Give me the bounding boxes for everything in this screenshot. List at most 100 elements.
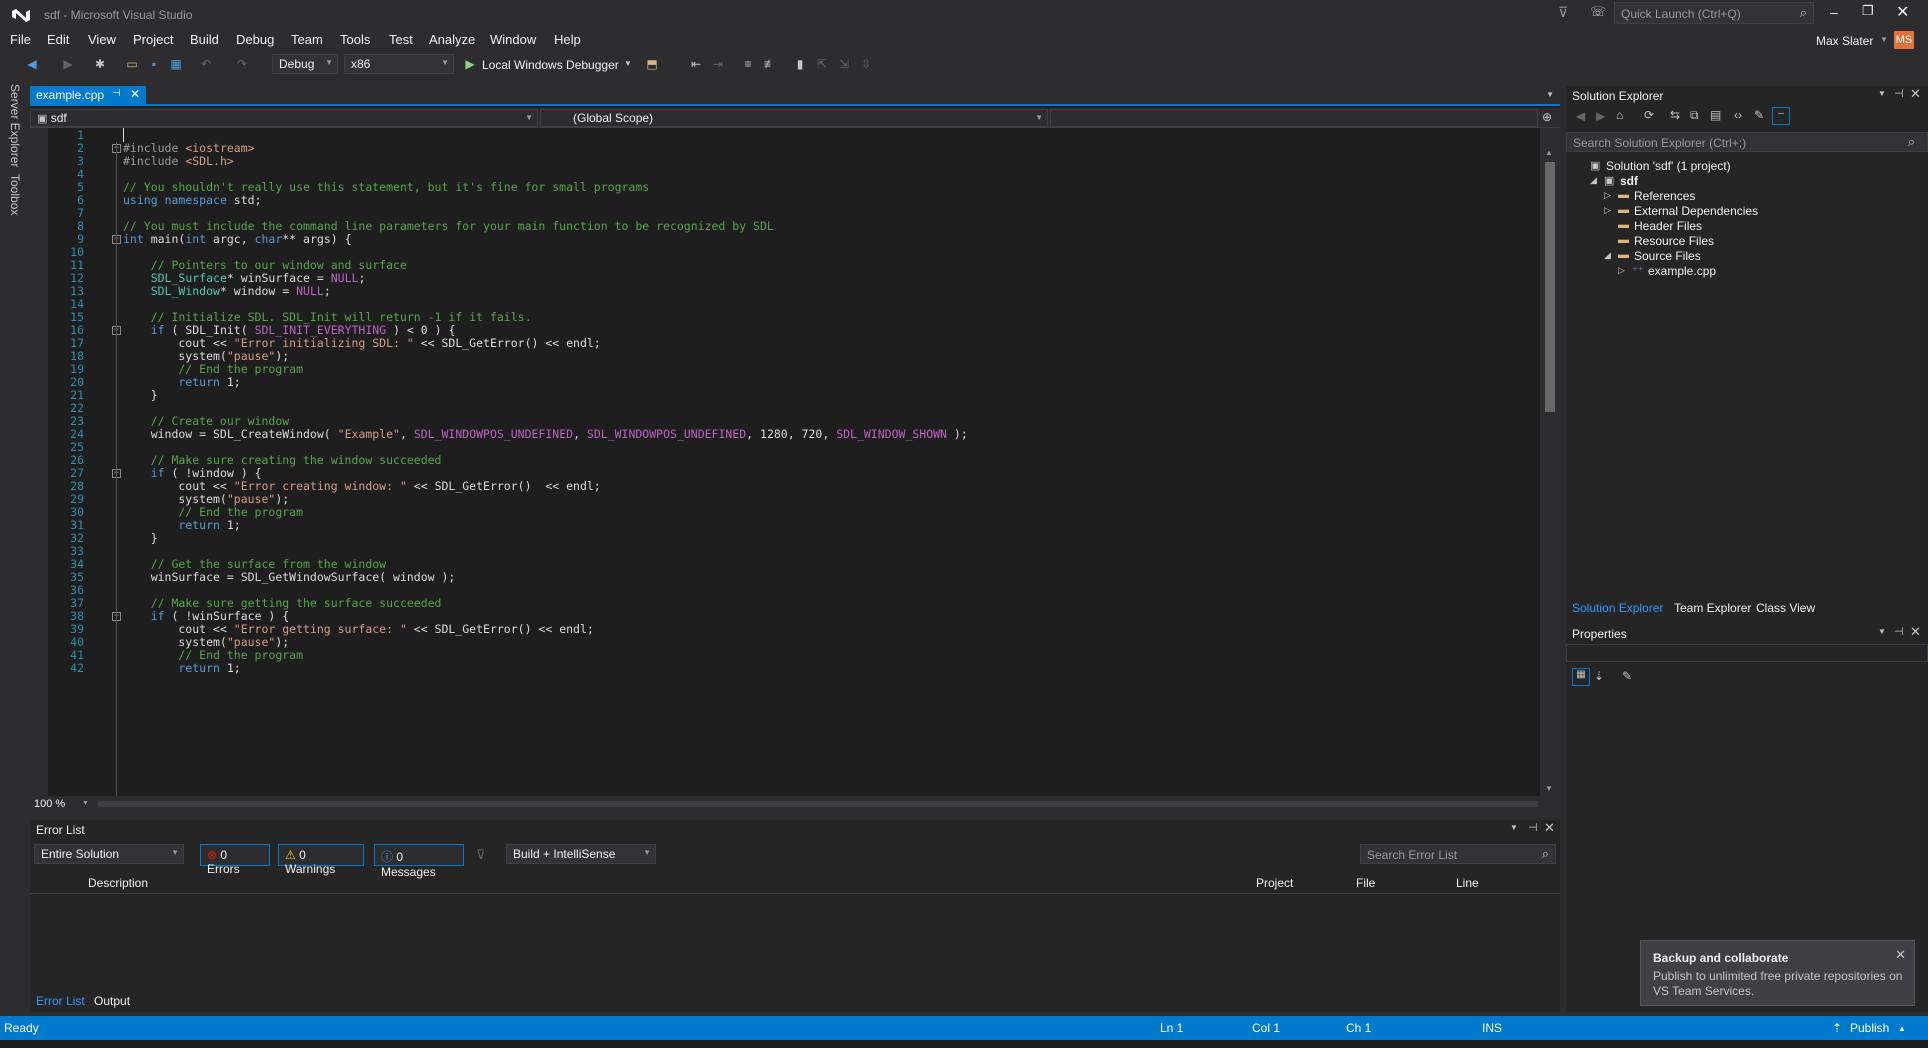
toast-close-icon[interactable]: ✕ bbox=[1895, 947, 1906, 963]
menu-test[interactable]: Test bbox=[389, 32, 413, 47]
close-tab-icon[interactable]: ✕ bbox=[130, 87, 140, 101]
scope-dropdown[interactable]: (Global Scope) ▼ bbox=[540, 109, 1048, 127]
code-line[interactable]: 42 return 1; bbox=[30, 661, 1540, 677]
publish-icon[interactable]: ⇡ bbox=[1832, 1021, 1842, 1035]
menu-help[interactable]: Help bbox=[554, 32, 581, 47]
expand-icon[interactable]: ▷ bbox=[1604, 205, 1611, 216]
tree-item[interactable]: ▷ ⁺⁺ example.cpp bbox=[1566, 263, 1928, 278]
preview-icon[interactable]: – bbox=[1772, 107, 1790, 125]
menu-file[interactable]: File bbox=[10, 32, 31, 47]
tree-item[interactable]: ▷ ▬ External Dependencies bbox=[1566, 203, 1928, 218]
toolbox-tab[interactable]: Toolbox bbox=[8, 174, 22, 215]
horizontal-scrollbar[interactable] bbox=[98, 801, 1538, 807]
new-project-icon[interactable]: ✱ bbox=[92, 56, 108, 72]
forward-icon[interactable]: ▶ bbox=[60, 56, 76, 72]
pin-icon[interactable]: ⊣ bbox=[1528, 821, 1538, 834]
collapse-icon[interactable]: ◢ bbox=[1604, 250, 1611, 261]
tree-item[interactable]: ◢ ▬ Source Files bbox=[1566, 248, 1928, 263]
scroll-down-icon[interactable]: ▼ bbox=[1545, 784, 1553, 793]
avatar[interactable]: MS bbox=[1894, 31, 1914, 49]
show-all-files-icon[interactable]: ▤ bbox=[1710, 108, 1721, 122]
tab-overflow-icon[interactable]: ▼ bbox=[1546, 90, 1554, 99]
menu-project[interactable]: Project bbox=[133, 32, 173, 47]
server-explorer-tab[interactable]: Server Explorer bbox=[8, 84, 22, 167]
uncomment-icon[interactable]: ≢ bbox=[762, 56, 778, 72]
tree-item[interactable]: ▣ Solution 'sdf' (1 project) bbox=[1566, 158, 1928, 173]
browser-link-icon[interactable]: ⬒ bbox=[644, 56, 660, 72]
project-dropdown[interactable]: ▣ sdf ▼ bbox=[30, 109, 538, 127]
configuration-dropdown[interactable]: Debug ▼ bbox=[272, 54, 338, 74]
col-project[interactable]: Project bbox=[1256, 876, 1293, 890]
collapse-all-icon[interactable]: ⧉ bbox=[1690, 108, 1699, 123]
vertical-scrollbar[interactable]: ▲ ▼ bbox=[1540, 128, 1560, 796]
feedback-icon[interactable]: ☏ bbox=[1590, 4, 1606, 20]
search-icon[interactable]: ⌕ bbox=[1800, 5, 1807, 21]
object-selector[interactable] bbox=[1566, 644, 1928, 662]
sync-icon[interactable]: ⟳ bbox=[1644, 108, 1654, 122]
build-filter-dropdown[interactable]: Build + IntelliSense ▼ bbox=[506, 844, 656, 864]
start-debugger-button[interactable]: Local Windows Debugger bbox=[482, 58, 619, 72]
minimize-button[interactable]: – bbox=[1830, 4, 1838, 20]
back-icon[interactable]: ◀ bbox=[24, 56, 40, 72]
zoom-level[interactable]: 100 % bbox=[34, 798, 65, 810]
alphabetical-icon[interactable]: ⇣ bbox=[1594, 669, 1604, 683]
open-file-icon[interactable]: ▭ bbox=[124, 56, 140, 72]
publish-button[interactable]: Publish bbox=[1850, 1021, 1889, 1035]
menu-analyze[interactable]: Analyze bbox=[429, 32, 475, 47]
restore-button[interactable]: ❐ bbox=[1862, 3, 1874, 19]
forward-icon[interactable]: ▶ bbox=[1596, 109, 1605, 123]
close-icon[interactable]: ✕ bbox=[1910, 86, 1921, 102]
close-icon[interactable]: ✕ bbox=[1544, 820, 1555, 836]
home-icon[interactable]: ⌂ bbox=[1616, 108, 1623, 122]
publish-menu-icon[interactable]: ▲ bbox=[1898, 1024, 1906, 1033]
filter-icon[interactable]: ⊽ bbox=[1558, 4, 1568, 21]
split-icon[interactable]: ⊕ bbox=[1542, 110, 1552, 124]
code-editor[interactable]: 12−#include <iostream>3#include <SDL.h>4… bbox=[30, 128, 1540, 796]
tree-item[interactable]: ◢ ▣ sdf bbox=[1566, 173, 1928, 188]
errors-filter-button[interactable]: ⊗ 0 Errors bbox=[200, 844, 270, 876]
error-search-input[interactable]: Search Error List ⌕ bbox=[1360, 844, 1556, 864]
view-code-icon[interactable]: ‹› bbox=[1734, 108, 1742, 122]
panel-menu-icon[interactable]: ▼ bbox=[1878, 627, 1886, 636]
col-description[interactable]: Description bbox=[88, 876, 148, 890]
tab-example-cpp[interactable]: example.cpp ⊣ ✕ bbox=[30, 86, 146, 106]
property-pages-icon[interactable]: ✎ bbox=[1622, 669, 1632, 683]
expand-icon[interactable]: ▷ bbox=[1604, 190, 1611, 201]
platform-dropdown[interactable]: x86 ▼ bbox=[344, 54, 454, 74]
warnings-filter-button[interactable]: ⚠ 0 Warnings bbox=[278, 844, 364, 876]
pin-icon[interactable]: ⊣ bbox=[1894, 87, 1904, 100]
tab-team-explorer[interactable]: Team Explorer bbox=[1674, 601, 1751, 615]
debugger-dropdown-icon[interactable]: ▼ bbox=[620, 56, 636, 72]
comment-icon[interactable]: ≡ bbox=[740, 56, 756, 72]
quick-launch-input[interactable]: Quick Launch (Ctrl+Q) ⌕ bbox=[1614, 2, 1814, 24]
user-name[interactable]: Max Slater bbox=[1816, 34, 1873, 48]
tab-solution-explorer[interactable]: Solution Explorer bbox=[1572, 601, 1663, 615]
messages-filter-button[interactable]: ⓘ 0 Messages bbox=[374, 844, 464, 879]
filter-icon[interactable]: ⊽ bbox=[476, 847, 486, 863]
notification-toast[interactable]: Backup and collaborate ✕ Publish to unli… bbox=[1640, 940, 1915, 1006]
search-icon[interactable]: ⌕ bbox=[1542, 846, 1549, 862]
tab-error-list[interactable]: Error List bbox=[36, 994, 85, 1008]
col-file[interactable]: File bbox=[1356, 876, 1375, 890]
next-bookmark-icon[interactable]: ⇲ bbox=[836, 56, 852, 72]
categorized-icon[interactable]: ▦ bbox=[1572, 668, 1590, 686]
step-out-icon[interactable]: ⇥ bbox=[710, 56, 726, 72]
close-icon[interactable]: ✕ bbox=[1910, 624, 1921, 640]
col-line[interactable]: Line bbox=[1456, 876, 1479, 890]
menu-build[interactable]: Build bbox=[190, 32, 219, 47]
scroll-thumb[interactable] bbox=[1545, 162, 1555, 412]
solution-search-input[interactable]: Search Solution Explorer (Ctrl+;) ⌕ bbox=[1566, 132, 1928, 152]
step-icon[interactable]: ⇤ bbox=[688, 56, 704, 72]
menu-team[interactable]: Team bbox=[291, 32, 323, 47]
menu-debug[interactable]: Debug bbox=[236, 32, 274, 47]
undo-icon[interactable]: ↶ bbox=[198, 56, 214, 72]
panel-menu-icon[interactable]: ▼ bbox=[1878, 89, 1886, 98]
save-all-icon[interactable]: ▦ bbox=[168, 56, 184, 72]
scroll-up-icon[interactable]: ▲ bbox=[1545, 148, 1553, 157]
member-dropdown[interactable] bbox=[1050, 109, 1538, 127]
tree-item[interactable]: ▬ Resource Files bbox=[1566, 233, 1928, 248]
panel-menu-icon[interactable]: ▼ bbox=[1510, 823, 1518, 832]
collapse-icon[interactable]: ◢ bbox=[1590, 175, 1597, 186]
redo-icon[interactable]: ↷ bbox=[234, 56, 250, 72]
properties-icon[interactable]: ✎ bbox=[1754, 108, 1764, 122]
